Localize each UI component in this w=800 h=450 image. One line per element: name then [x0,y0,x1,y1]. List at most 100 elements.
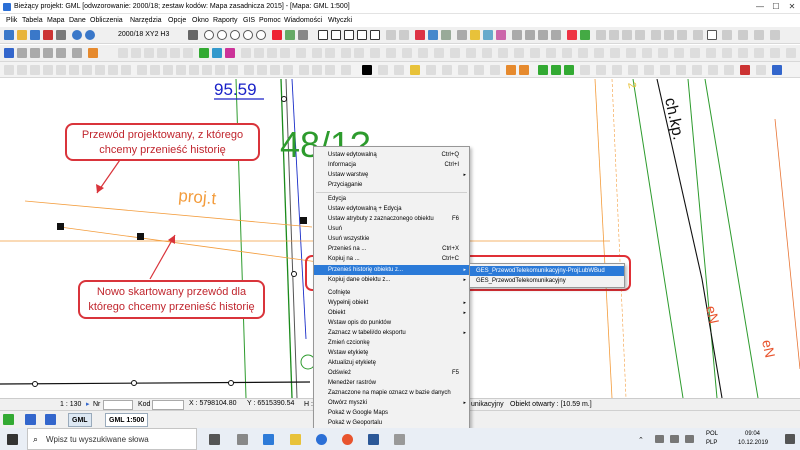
notification-icon[interactable] [785,434,795,444]
tool-bd-icon[interactable] [770,48,780,58]
tool-aa-icon[interactable] [312,48,322,58]
zoom-window-icon[interactable] [230,30,240,40]
tool-aw-icon[interactable] [658,48,668,58]
label-icon[interactable] [325,65,335,75]
menu-item[interactable]: Ustaw warstwę ▸ [314,170,469,180]
tool-bc-icon[interactable] [754,48,764,58]
scale-icon[interactable] [551,30,561,40]
measure-area-icon[interactable] [399,30,409,40]
tool-ci-icon[interactable] [708,65,718,75]
tool-f-icon[interactable] [664,30,674,40]
maximize-button[interactable]: ☐ [770,2,782,12]
pencil-icon[interactable] [410,65,420,75]
menu-raporty[interactable]: Raporty [213,17,238,24]
menu-item-move-history[interactable]: Przenieś historię obiektu z... ▸ [314,265,469,275]
menu-item[interactable]: Menedżer rastrów [314,378,469,388]
tool-ax-icon[interactable] [674,48,684,58]
tool-w-icon[interactable] [254,48,264,58]
selected-vertex[interactable] [57,223,64,230]
block-icon[interactable] [341,65,351,75]
layers-icon[interactable] [4,48,14,58]
menu-item[interactable]: Zmień czcionkę [314,338,469,348]
tool-ay-icon[interactable] [690,48,700,58]
attributes-icon[interactable] [56,48,66,58]
undo-icon[interactable] [72,30,82,40]
snap-perp-icon[interactable] [56,65,66,75]
filter-icon[interactable] [30,48,40,58]
move-icon[interactable] [525,30,535,40]
menu-narzedzia[interactable]: Narzędzia [130,17,162,24]
green-tool-c-icon[interactable] [564,65,574,75]
cursor-arrow-icon[interactable] [707,30,717,40]
map-layer-icon[interactable] [3,414,14,425]
trim-icon[interactable] [215,65,225,75]
zoom-out-icon[interactable] [217,30,227,40]
coordinate-system-label[interactable]: 2000/18 XY2 H3 [118,31,169,38]
tool-av-icon[interactable] [642,48,652,58]
snap-extension-icon[interactable] [95,65,105,75]
menu-item[interactable]: Ustaw edytowalną Ctrl+Q [314,150,469,160]
tool-cj-icon[interactable] [724,65,734,75]
snap-tangent-icon[interactable] [69,65,79,75]
add-vertex-icon[interactable] [150,65,160,75]
new-icon[interactable] [4,30,14,40]
array-icon[interactable] [283,65,293,75]
paint-icon[interactable] [394,434,405,445]
gis-icon[interactable] [483,30,493,40]
menu-item[interactable]: Odśwież F5 [314,368,469,378]
tool-cf-icon[interactable] [660,65,670,75]
tool-ch-icon[interactable] [692,65,702,75]
keyboard-layout[interactable]: PLP [706,440,717,446]
menu-item[interactable]: Pokaż w Geoportalu [314,418,469,428]
select-icon[interactable] [512,30,522,40]
tool-u-icon[interactable] [225,48,235,58]
tool-ad-icon[interactable] [354,48,364,58]
edit-vertex-icon[interactable] [137,65,147,75]
redo-icon[interactable] [85,30,95,40]
snap-edge-icon[interactable] [17,65,27,75]
menu-opcje[interactable]: Opcje [168,17,186,24]
attribute-layer-icon[interactable] [45,414,56,425]
menu-item[interactable]: Edycja [314,194,469,204]
black-square-icon[interactable] [362,65,372,75]
tool-ah-icon[interactable] [418,48,428,58]
search-object-icon[interactable] [43,48,53,58]
tool-e-icon[interactable] [651,30,661,40]
snap-mid-icon[interactable] [30,65,40,75]
tool-y-icon[interactable] [280,48,290,58]
remove-vertex-icon[interactable] [163,65,173,75]
tab-gml-1500[interactable]: GML 1:500 [105,413,149,427]
accept-icon[interactable] [580,30,590,40]
menu-item[interactable]: Wstaw etykietę [314,348,469,358]
tool-m-icon[interactable] [118,48,128,58]
tool-az-icon[interactable] [706,48,716,58]
tool-k-icon[interactable] [754,30,764,40]
menu-dane[interactable]: Dane [69,17,86,24]
tool-af-icon[interactable] [386,48,396,58]
kod-field[interactable] [152,400,184,410]
point-icon[interactable] [415,30,425,40]
submenu-item-przewod[interactable]: GES_PrzewodTelekomunikacyjny [470,276,624,286]
tool-cl-icon[interactable] [756,65,766,75]
layer-icon[interactable] [272,30,282,40]
tool-ai-icon[interactable] [434,48,444,58]
symbol-icon[interactable] [441,30,451,40]
tool-s-icon[interactable] [199,48,209,58]
draw-polygon-icon[interactable] [344,30,354,40]
menu-mapa[interactable]: Mapa [47,17,65,24]
tool-cd-icon[interactable] [628,65,638,75]
tool-q-icon[interactable] [170,48,180,58]
menu-item[interactable]: Ustaw edytowalną + Edycja [314,204,469,214]
menu-okno[interactable]: Okno [192,17,209,24]
draw-rectangle-icon[interactable] [357,30,367,40]
table-layer-icon[interactable] [25,414,36,425]
tool-o-icon[interactable] [144,48,154,58]
raster-icon[interactable] [496,30,506,40]
stroke-icon[interactable] [394,65,404,75]
snap-center-icon[interactable] [43,65,53,75]
menu-item[interactable]: Przyciąganie [314,180,469,190]
tool-cb-icon[interactable] [596,65,606,75]
tool-i-icon[interactable] [722,30,732,40]
tool-x-icon[interactable] [267,48,277,58]
menu-tabela[interactable]: Tabela [22,17,43,24]
